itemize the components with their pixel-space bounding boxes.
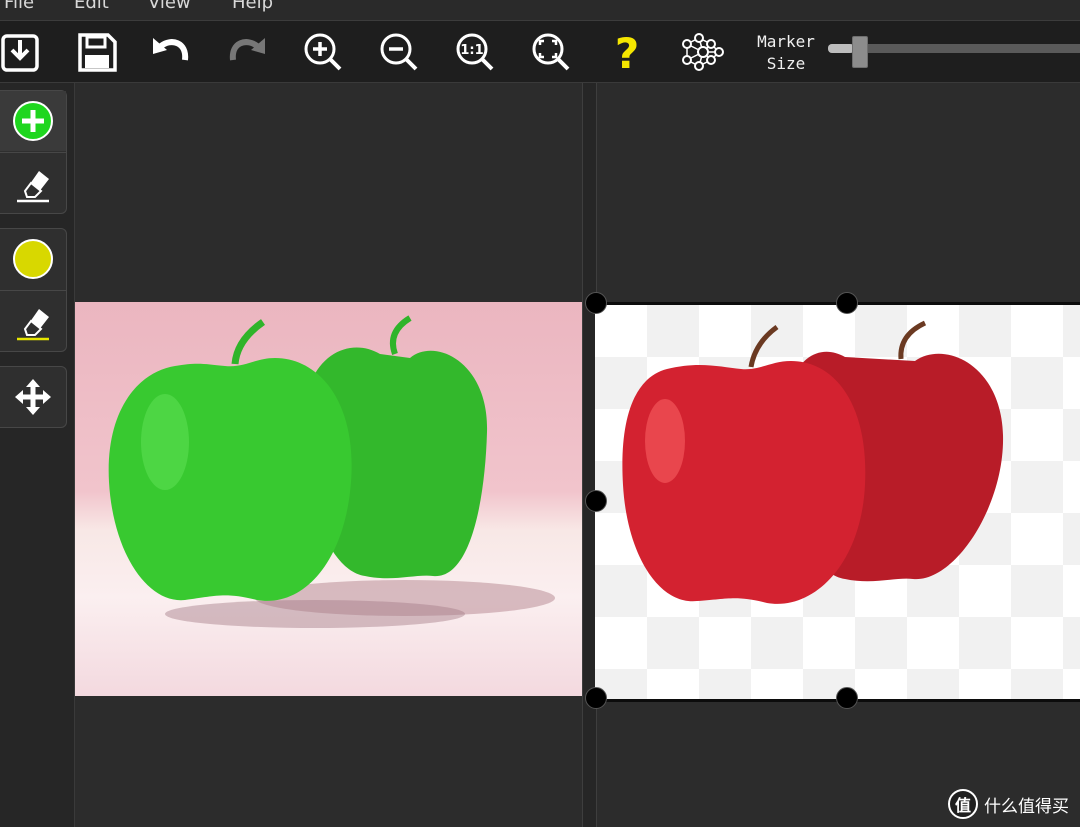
import-button[interactable] (0, 27, 46, 77)
tool-panel (0, 83, 75, 827)
original-image-pane[interactable] (75, 302, 582, 696)
result-apples-image (622, 320, 1004, 604)
foreground-tool-group (0, 90, 67, 214)
resize-handle-top-left[interactable] (585, 292, 607, 314)
add-foreground-tool[interactable] (0, 91, 66, 151)
watermark-logo-icon: 值 (948, 789, 978, 819)
zoom-fit-button[interactable] (526, 27, 576, 77)
marker-label-line1: Marker (757, 32, 815, 51)
foreground-eraser-tool[interactable] (0, 153, 66, 213)
resize-handle-top-middle[interactable] (836, 292, 858, 314)
neural-network-icon (682, 33, 724, 71)
zoom-actual-size-button[interactable]: 1:1 (450, 27, 500, 77)
result-image-pane[interactable] (595, 302, 1080, 702)
zoom-out-button[interactable] (374, 27, 424, 77)
menu-bar: File Edit View Help (0, 0, 1080, 21)
zoom-in-icon (304, 33, 342, 71)
eraser-icon (17, 309, 49, 341)
watermark: 值 什么值得买 (948, 788, 1069, 820)
menu-file[interactable]: File (4, 0, 34, 13)
neural-network-button[interactable] (678, 27, 728, 77)
marker-size-label: Marker Size (750, 31, 822, 75)
move-tool[interactable] (0, 367, 66, 427)
resize-handle-middle-left[interactable] (585, 490, 607, 512)
resize-handle-bottom-middle[interactable] (836, 687, 858, 709)
import-icon (1, 34, 39, 72)
save-icon (78, 33, 117, 72)
redo-icon (229, 38, 265, 61)
watermark-text: 什么值得买 (984, 796, 1069, 817)
undo-icon (153, 38, 189, 61)
menu-help[interactable]: Help (232, 0, 273, 13)
zoom-out-icon (380, 33, 418, 71)
resize-handle-bottom-left[interactable] (585, 687, 607, 709)
eraser-icon (17, 171, 49, 203)
background-tool-group (0, 228, 67, 352)
marker-label-line2: Size (766, 54, 806, 73)
help-label: ? (615, 30, 639, 74)
save-button[interactable] (72, 27, 122, 77)
help-button[interactable]: ? (602, 27, 652, 77)
zoom-actual-size-icon: 1:1 (456, 33, 494, 71)
masked-apples-image (108, 315, 555, 628)
background-marker-icon (13, 239, 53, 279)
help-icon: ? (615, 30, 639, 74)
menu-view[interactable]: View (148, 0, 191, 13)
menu-edit[interactable]: Edit (74, 0, 109, 13)
background-eraser-tool[interactable] (0, 291, 66, 351)
slider-fill (828, 44, 854, 53)
redo-button[interactable] (222, 27, 272, 77)
move-tool-group (0, 366, 67, 428)
add-foreground-icon (13, 101, 53, 141)
background-marker-tool[interactable] (0, 229, 66, 289)
zoom-actual-label: 1:1 (460, 43, 483, 58)
marker-size-slider-thumb[interactable] (852, 36, 868, 68)
move-icon (15, 379, 51, 415)
zoom-in-button[interactable] (298, 27, 348, 77)
zoom-fit-icon (532, 33, 570, 71)
undo-button[interactable] (146, 27, 196, 77)
